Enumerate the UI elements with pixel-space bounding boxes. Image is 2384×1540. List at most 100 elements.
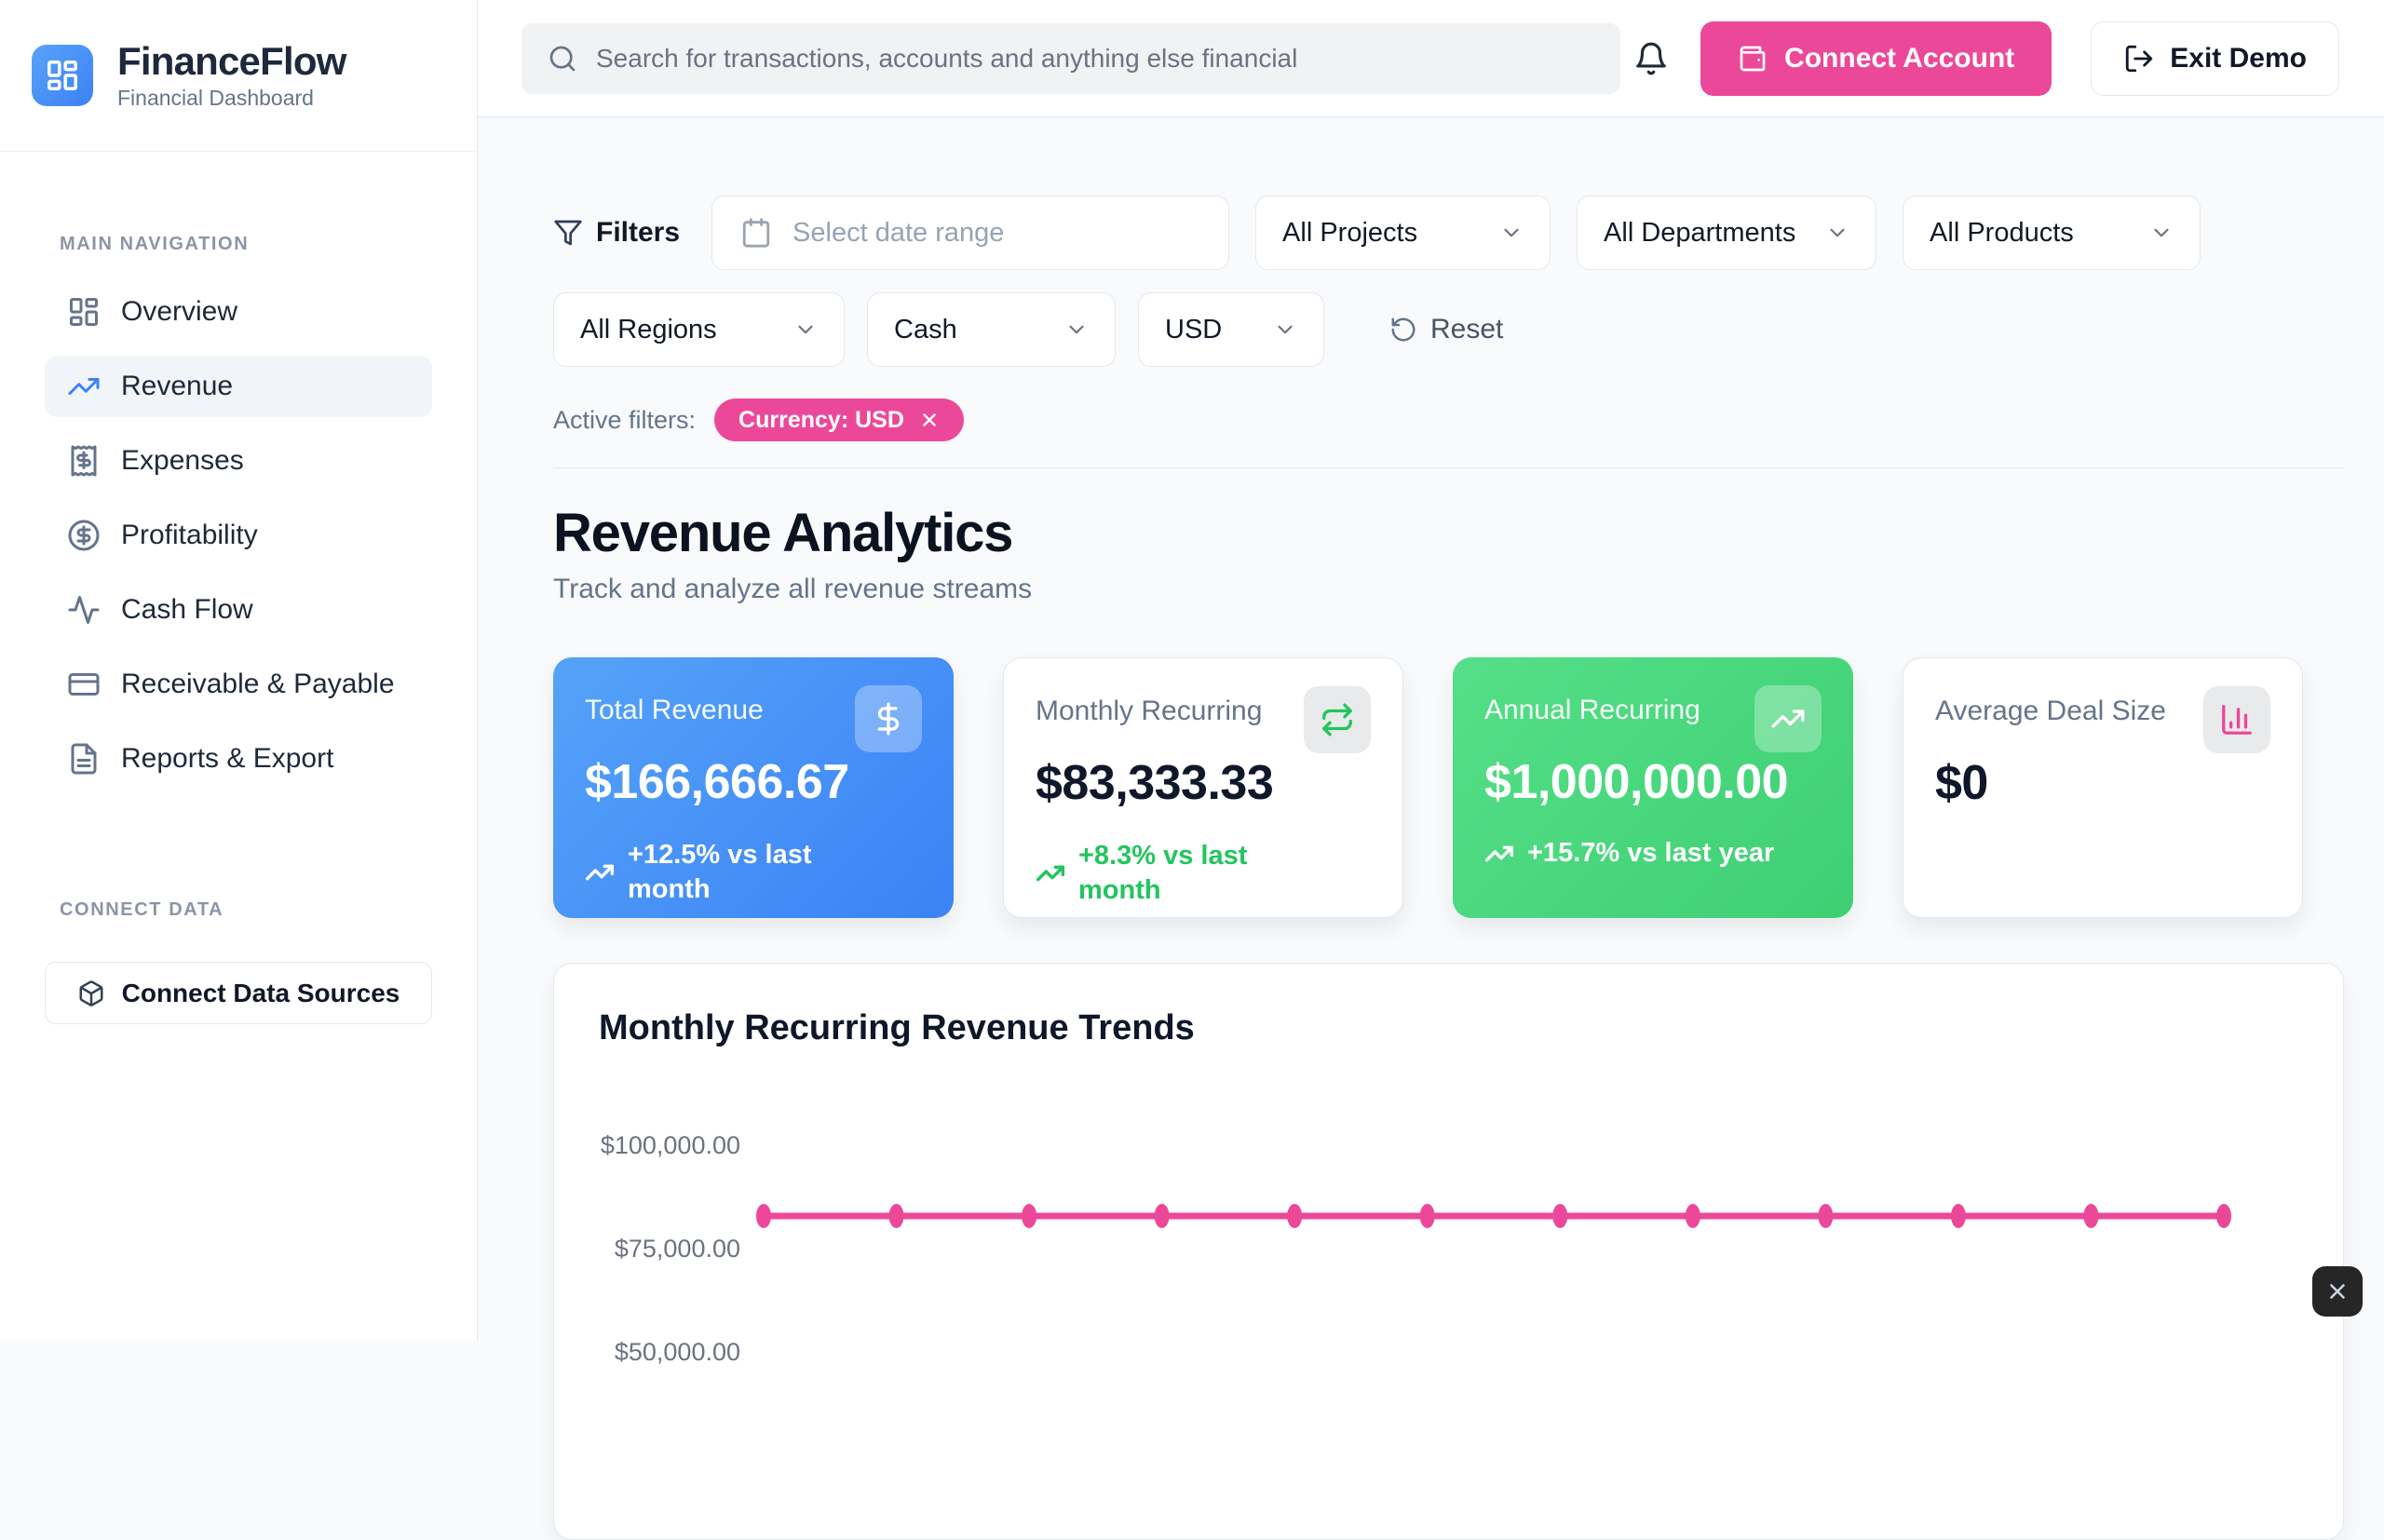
filter-chip-currency[interactable]: Currency: USD: [714, 399, 964, 441]
global-search[interactable]: [522, 23, 1620, 94]
sidebar-item-profitability[interactable]: Profitability: [45, 505, 432, 566]
brand-header: FinanceFlow Financial Dashboard: [0, 0, 477, 152]
mrr-trends-card: Monthly Recurring Revenue Trends $100,00…: [553, 963, 2344, 1540]
kpi-card-top: Total Revenue: [585, 685, 922, 752]
nav-list: Overview Revenue Expenses Profitabil: [45, 281, 432, 790]
reset-label: Reset: [1430, 314, 1503, 345]
date-range-placeholder: Select date range: [792, 218, 1004, 249]
kpi-card-average-deal-size: Average Deal Size $0: [1903, 657, 2303, 918]
kpi-delta-text: +15.7% vs last year: [1527, 838, 1774, 869]
kpi-value: $0: [1935, 755, 2270, 811]
filters-row-1: Filters Select date range All Projects A…: [553, 196, 2344, 270]
connect-data-sources-button[interactable]: Connect Data Sources: [45, 962, 432, 1024]
filters-title: Filters: [596, 217, 680, 249]
dollar-sign-icon: [871, 701, 906, 736]
main-content: Filters Select date range All Projects A…: [478, 117, 2384, 1540]
chevron-down-icon: [1825, 221, 1849, 245]
bell-icon: [1633, 41, 1669, 76]
wallet-icon: [1738, 44, 1768, 74]
circle-dollar-icon: [67, 519, 101, 552]
active-filters-row: Active filters: Currency: USD: [553, 399, 2344, 441]
notifications-button[interactable]: [1626, 34, 1676, 84]
products-select[interactable]: All Products: [1903, 196, 2201, 270]
products-select-value: All Products: [1930, 218, 2074, 249]
currency-select[interactable]: USD: [1138, 292, 1324, 367]
kpi-label: Monthly Recurring: [1036, 696, 1262, 727]
kpi-label: Average Deal Size: [1935, 696, 2166, 727]
date-range-input[interactable]: Select date range: [711, 196, 1229, 270]
chevron-down-icon: [1064, 317, 1089, 342]
connect-data-heading: CONNECT DATA: [60, 899, 432, 921]
sidebar-item-revenue[interactable]: Revenue: [45, 356, 432, 417]
overlay-close-button[interactable]: [2312, 1266, 2363, 1317]
chevron-down-icon: [1499, 221, 1524, 245]
sidebar-item-expenses[interactable]: Expenses: [45, 430, 432, 492]
sidebar-item-label: Revenue: [121, 371, 233, 402]
connect-account-button[interactable]: Connect Account: [1700, 21, 2052, 96]
connect-data-sources-label: Connect Data Sources: [122, 979, 400, 1008]
file-text-icon: [67, 742, 101, 776]
search-input[interactable]: [596, 44, 1594, 74]
y-axis-tick: $100,000.00: [599, 1131, 740, 1160]
app-logo: [32, 45, 93, 106]
exit-demo-button[interactable]: Exit Demo: [2091, 21, 2339, 96]
kpi-card-top: Average Deal Size: [1935, 686, 2270, 753]
sidebar-item-cash-flow[interactable]: Cash Flow: [45, 579, 432, 641]
page-subtitle: Track and analyze all revenue streams: [553, 574, 2344, 605]
close-icon: [2325, 1279, 2350, 1304]
departments-select[interactable]: All Departments: [1577, 196, 1876, 270]
projects-select[interactable]: All Projects: [1255, 196, 1551, 270]
kpi-card-top: Annual Recurring: [1484, 685, 1822, 752]
activity-icon: [67, 593, 101, 627]
kpi-delta-text: +12.5% vs last month: [628, 838, 860, 907]
trending-up-icon: [1770, 701, 1806, 736]
sidebar-item-receivable-payable[interactable]: Receivable & Payable: [45, 654, 432, 715]
mrr-line-chart: [752, 1082, 2368, 1482]
close-icon[interactable]: [919, 410, 940, 430]
kpi-card-annual-recurring: Annual Recurring $1,000,000.00 +15.7% vs…: [1453, 657, 1853, 918]
chevron-down-icon: [793, 317, 818, 342]
filter-chip-label: Currency: USD: [738, 407, 904, 434]
trending-up-icon: [1036, 858, 1065, 888]
kpi-delta: +8.3% vs last month: [1036, 839, 1371, 908]
kpi-iconbox: [855, 685, 922, 752]
kpi-value: $1,000,000.00: [1484, 754, 1822, 810]
kpi-value: $83,333.33: [1036, 755, 1371, 811]
nav-section-heading: MAIN NAVIGATION: [60, 234, 432, 255]
payment-type-select[interactable]: Cash: [867, 292, 1116, 367]
sidebar: FinanceFlow Financial Dashboard MAIN NAV…: [0, 0, 478, 1341]
bar-chart-icon: [2219, 702, 2255, 737]
app-tagline: Financial Dashboard: [117, 86, 346, 111]
projects-select-value: All Projects: [1282, 218, 1417, 249]
exit-demo-label: Exit Demo: [2170, 43, 2307, 74]
regions-select[interactable]: All Regions: [553, 292, 845, 367]
kpi-iconbox: [2203, 686, 2270, 753]
kpi-iconbox: [1304, 686, 1371, 753]
kpi-delta: +12.5% vs last month: [585, 838, 922, 907]
sidebar-item-reports-export[interactable]: Reports & Export: [45, 728, 432, 790]
y-axis-tick: $75,000.00: [599, 1235, 740, 1263]
chart-title: Monthly Recurring Revenue Trends: [599, 1008, 2298, 1048]
kpi-delta: +15.7% vs last year: [1484, 838, 1822, 869]
kpi-cards-row: Total Revenue $166,666.67 +12.5% vs last…: [553, 657, 2344, 918]
app-title: FinanceFlow: [117, 40, 346, 83]
sidebar-item-label: Reports & Export: [121, 743, 333, 775]
repeat-icon: [1320, 702, 1355, 737]
kpi-card-top: Monthly Recurring: [1036, 686, 1371, 753]
kpi-delta-text: +8.3% vs last month: [1078, 839, 1311, 908]
y-axis-tick: $50,000.00: [599, 1338, 740, 1367]
logout-icon: [2123, 43, 2155, 74]
kpi-label: Total Revenue: [585, 695, 764, 726]
sidebar-item-label: Expenses: [121, 445, 244, 477]
sidebar-item-label: Cash Flow: [121, 594, 253, 626]
connect-account-label: Connect Account: [1784, 43, 2014, 74]
kpi-label: Annual Recurring: [1484, 695, 1700, 726]
credit-card-icon: [67, 668, 101, 701]
payment-type-select-value: Cash: [894, 315, 957, 345]
filters-row-2: All Regions Cash USD Reset: [553, 292, 2344, 367]
chevron-down-icon: [1273, 317, 1297, 342]
page-title: Revenue Analytics: [553, 502, 2344, 564]
kpi-iconbox: [1754, 685, 1822, 752]
reset-filters-button[interactable]: Reset: [1389, 314, 1503, 345]
sidebar-item-overview[interactable]: Overview: [45, 281, 432, 343]
